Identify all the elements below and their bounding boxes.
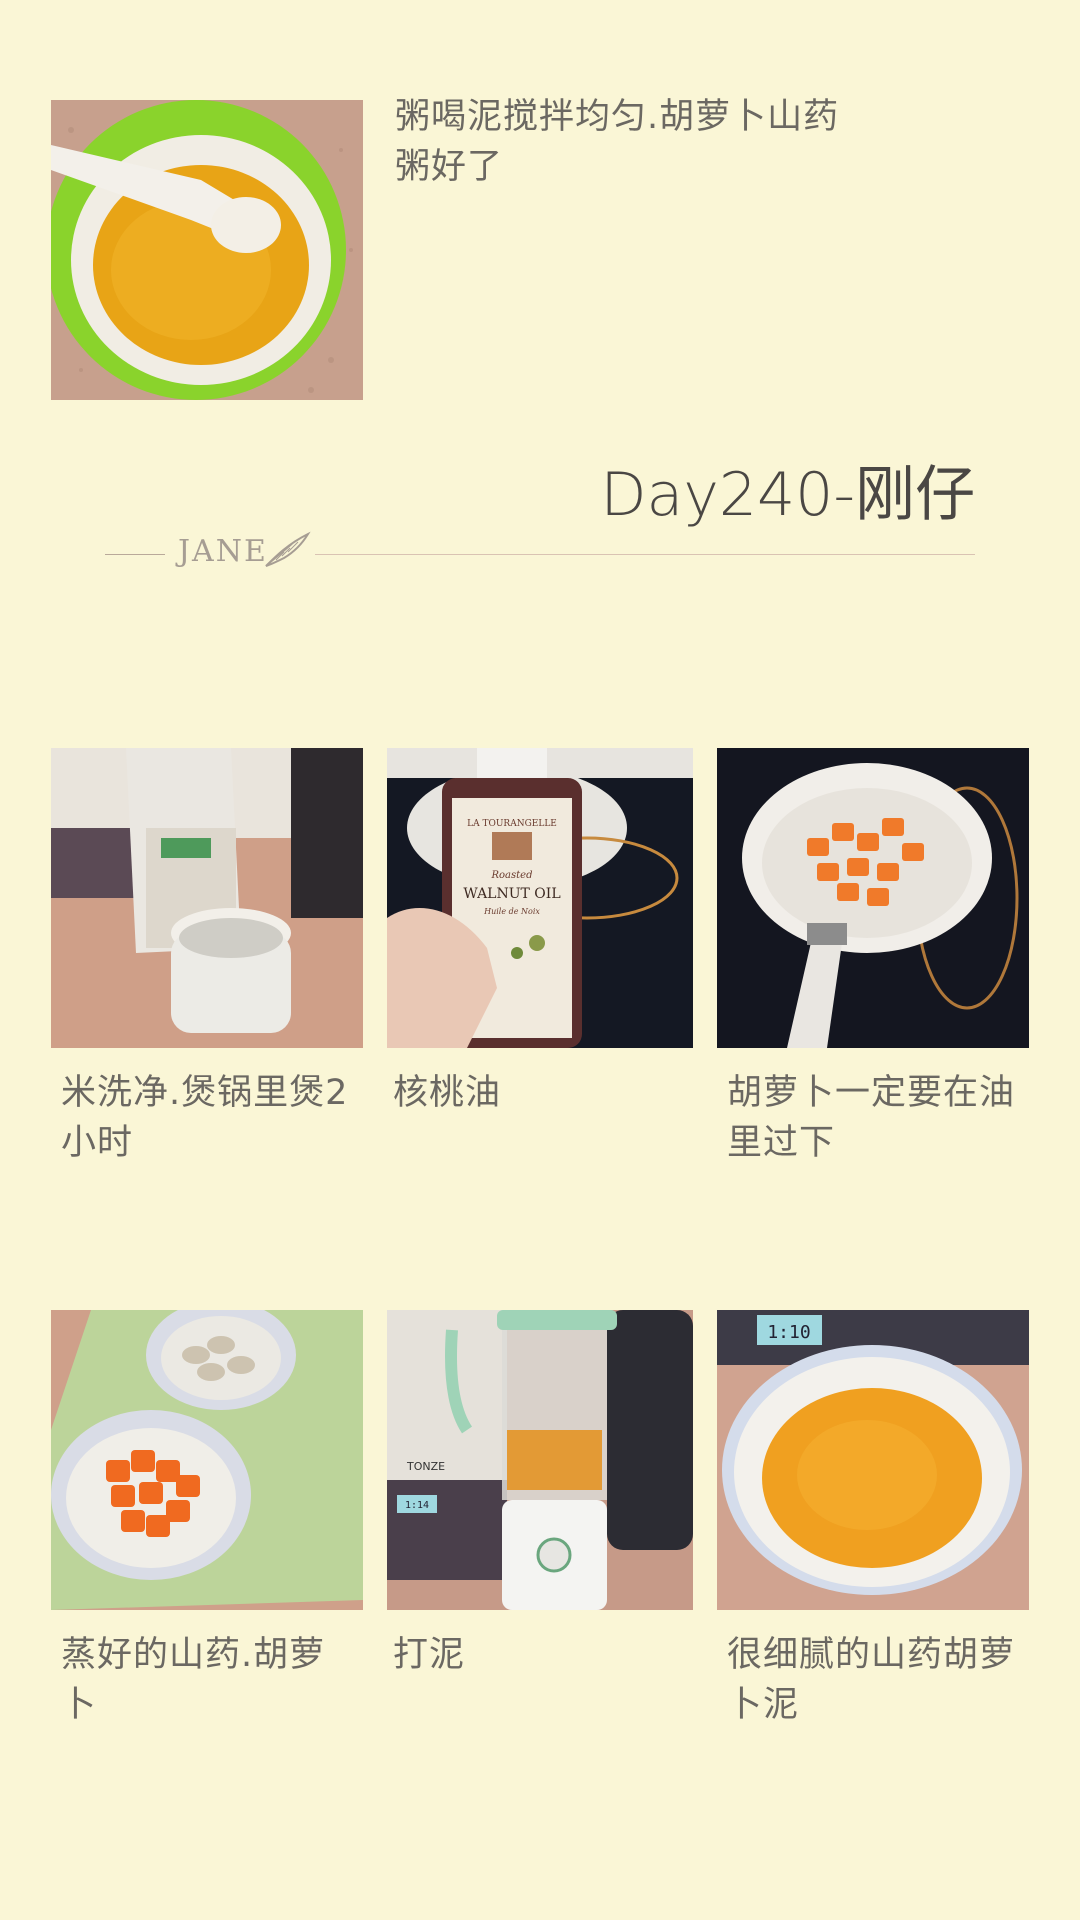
caption-wash-rice: 米洗净.煲锅里煲2小时	[61, 1073, 349, 1163]
svg-text:Roasted: Roasted	[491, 870, 533, 881]
signature-label: JANE	[178, 534, 268, 569]
page-title: Day240-刚仔	[600, 460, 975, 530]
divider-line-right	[315, 554, 975, 555]
caption-smooth-puree: 很细腻的山药胡萝卜泥	[727, 1635, 1016, 1725]
feather-icon	[265, 531, 311, 567]
svg-text:TONZE: TONZE	[406, 1460, 445, 1473]
photo-congee-bowl	[51, 100, 363, 400]
caption-fry-carrots: 胡萝卜一定要在油里过下	[727, 1073, 1016, 1163]
svg-text:1:10: 1:10	[767, 1322, 810, 1343]
svg-text:LA TOURANGELLE: LA TOURANGELLE	[467, 819, 557, 829]
caption-walnut-oil: 核桃油	[393, 1073, 502, 1113]
caption-steamed-ingredients: 蒸好的山药.胡萝卜	[61, 1635, 326, 1725]
photo-walnut-oil: LA TOURANGELLE Roasted WALNUT OIL Huile …	[387, 748, 693, 1048]
svg-text:1:14: 1:14	[405, 1500, 429, 1511]
photo-carrots-in-pan	[717, 748, 1029, 1048]
svg-text:Huile de Noix: Huile de Noix	[483, 907, 540, 916]
photo-steamed-yam-carrot	[51, 1310, 363, 1610]
svg-text:WALNUT OIL: WALNUT OIL	[463, 886, 560, 902]
photo-blender: 1:14 TONZE	[387, 1310, 693, 1610]
caption-blend: 打泥	[393, 1635, 466, 1675]
photo-smooth-puree: 1:10	[717, 1310, 1029, 1610]
caption-congee-ready: 粥喝泥搅拌均匀.胡萝卜山药粥好了	[395, 97, 840, 187]
divider-line-left	[105, 554, 165, 555]
photo-rice-and-pot	[51, 748, 363, 1048]
